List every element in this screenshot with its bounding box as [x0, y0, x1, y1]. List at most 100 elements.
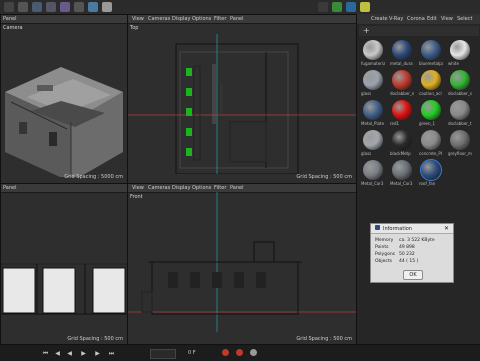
subdivision-icon[interactable]	[32, 2, 42, 12]
material-label: fugamaterial	[361, 61, 385, 66]
material-toolbar: +	[359, 26, 479, 36]
top-viewport[interactable]: View Cameras Display Options Filter Pane…	[127, 14, 357, 184]
material-swatch[interactable]	[421, 100, 441, 120]
front-elevation-drawing	[128, 192, 356, 332]
menu-view[interactable]: View	[132, 185, 144, 191]
next-frame-icon[interactable]: ▶	[94, 350, 101, 357]
menu-view[interactable]: View	[132, 16, 144, 22]
material-label: caution_acl	[419, 91, 442, 96]
right-viewport[interactable]: Panel Grid Spacing : 500 cm	[0, 183, 128, 346]
material-swatch[interactable]	[363, 130, 383, 150]
material-swatch[interactable]	[421, 130, 441, 150]
viewport-name: Camera	[3, 25, 23, 31]
menu-panel[interactable]: Panel	[230, 185, 244, 191]
main-toolbar	[0, 0, 480, 15]
material-swatch[interactable]	[363, 70, 383, 90]
menu-filter[interactable]: Filter	[214, 185, 226, 191]
material-label: white	[448, 61, 459, 66]
grid-spacing: Grid Spacing : 500 cm	[296, 336, 352, 342]
material-swatch[interactable]	[392, 40, 412, 60]
menu-display[interactable]: Display	[172, 185, 190, 191]
light-icon[interactable]	[102, 2, 112, 12]
material-swatch[interactable]	[392, 160, 412, 180]
panel-menu[interactable]: Panel	[3, 16, 17, 22]
material-swatch[interactable]	[450, 40, 470, 60]
material-label: doclabber_n	[390, 91, 414, 96]
material-swatch[interactable]	[421, 40, 441, 60]
menu-edit[interactable]: Edit	[427, 16, 437, 22]
render-region-icon[interactable]	[318, 2, 328, 12]
render-icon[interactable]	[332, 2, 342, 12]
go-to-start-icon[interactable]: ⏮	[42, 350, 49, 357]
material-label: doclabber_s	[448, 91, 472, 96]
material-swatch[interactable]	[392, 70, 412, 90]
close-icon[interactable]: ✕	[444, 225, 449, 232]
viewport-header: View Cameras Display Options Filter Pane…	[128, 15, 356, 24]
prev-frame-icon[interactable]: ◀	[66, 350, 73, 357]
viewport-header: Panel	[1, 15, 127, 24]
grid-spacing: Grid Spacing : 500 cm	[296, 174, 352, 180]
menu-display[interactable]: Display	[172, 16, 190, 22]
material-swatch[interactable]	[363, 40, 383, 60]
material-swatch[interactable]	[420, 159, 442, 181]
render-settings-icon[interactable]	[346, 2, 356, 12]
material-swatch[interactable]	[421, 70, 441, 90]
menu-options[interactable]: Options	[192, 185, 211, 191]
info-value: 44 ( 15 )	[399, 259, 419, 264]
material-label: Metal_Cor3	[361, 181, 384, 186]
panel-menu[interactable]: Panel	[3, 185, 17, 191]
info-label: Objects	[375, 259, 393, 264]
material-swatch[interactable]	[363, 100, 383, 120]
menu-corona[interactable]: Corona	[407, 16, 425, 22]
array-icon[interactable]	[46, 2, 56, 12]
camera-icon[interactable]	[88, 2, 98, 12]
menu-filter[interactable]: Filter	[214, 16, 226, 22]
material-swatch[interactable]	[392, 130, 412, 150]
cube-icon[interactable]	[4, 2, 14, 12]
go-to-end-icon[interactable]: ⏭	[108, 350, 115, 357]
menu-vray[interactable]: V-Ray	[389, 16, 403, 22]
material-swatch[interactable]	[363, 160, 383, 180]
play-icon[interactable]: ▶	[80, 350, 87, 357]
top-plan-drawing	[128, 34, 356, 174]
material-swatch[interactable]	[450, 100, 470, 120]
material-label: doclabber_t	[448, 121, 472, 126]
material-label: blackMetp	[390, 151, 411, 156]
menu-cameras[interactable]: Cameras	[148, 185, 170, 191]
material-label: red1	[390, 121, 400, 126]
menu-create[interactable]: Create	[371, 16, 388, 22]
material-swatch[interactable]	[392, 100, 412, 120]
material-label: glass	[361, 151, 372, 156]
menu-panel[interactable]: Panel	[230, 16, 244, 22]
material-swatch[interactable]	[450, 130, 470, 150]
info-value: 49 898	[399, 245, 415, 250]
deformer-icon[interactable]	[60, 2, 70, 12]
menu-select[interactable]: Select	[457, 16, 472, 22]
autokey-icon[interactable]	[236, 349, 243, 356]
app-icon	[375, 225, 380, 230]
material-label: Metal_Plate	[361, 121, 385, 126]
key-icon[interactable]	[250, 349, 257, 356]
scene-icon[interactable]	[74, 2, 84, 12]
front-viewport[interactable]: View Cameras Display Options Filter Pane…	[127, 183, 357, 346]
add-icon[interactable]: +	[363, 26, 370, 35]
material-label: glass	[361, 91, 372, 96]
menu-options[interactable]: Options	[192, 16, 211, 22]
menu-view[interactable]: View	[441, 16, 453, 22]
pen-icon[interactable]	[18, 2, 28, 12]
material-swatch[interactable]	[450, 70, 470, 90]
material-label: bluemetalpa	[419, 61, 443, 66]
ok-button[interactable]: OK	[403, 270, 423, 280]
material-manager: Create V-Ray Corona Edit View Select + f…	[356, 14, 480, 344]
menu-cameras[interactable]: Cameras	[148, 16, 170, 22]
grid-spacing: Grid Spacing : 500 cm	[67, 336, 123, 342]
material-label: Metal_Cor3	[390, 181, 413, 186]
material-menu-bar: Create V-Ray Corona Edit View Select	[357, 14, 480, 24]
frame-field[interactable]	[150, 349, 176, 359]
record-icon[interactable]	[222, 349, 229, 356]
info-row: Memory ca. 3 522 KByte	[375, 237, 435, 244]
step-back-icon[interactable]: ◀	[54, 350, 61, 357]
material-label: metal_dura	[390, 61, 413, 66]
camera-viewport[interactable]: Panel Camera Grid Spacing : 5000 cm	[0, 14, 128, 184]
corona-icon[interactable]	[360, 2, 370, 12]
